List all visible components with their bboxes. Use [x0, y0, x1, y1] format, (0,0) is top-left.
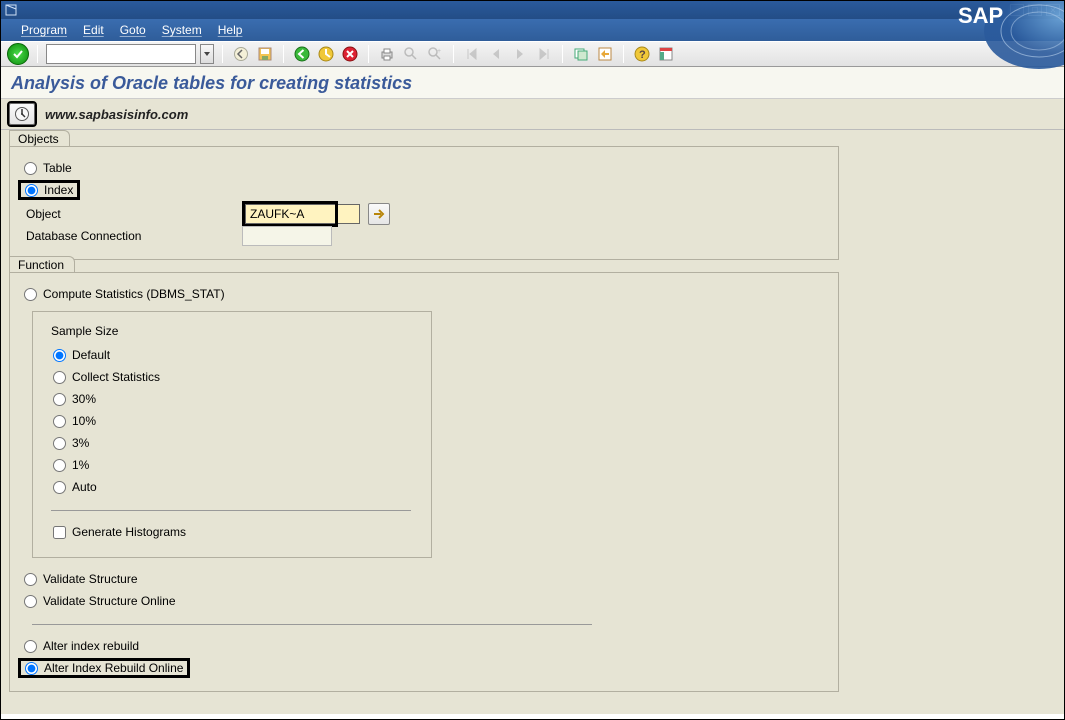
window-titlebar: ─ ☐ ✕ [1, 1, 1064, 19]
menu-program[interactable]: Program [21, 23, 67, 37]
radio-1-label: 1% [72, 458, 89, 472]
next-page-icon[interactable] [510, 44, 530, 64]
layout-icon[interactable] [656, 44, 676, 64]
radio-collect-label: Collect Statistics [72, 370, 160, 384]
shortcut-icon[interactable] [595, 44, 615, 64]
content-area: Objects Table Index Object Database Conn… [1, 130, 1064, 714]
radio-compute[interactable] [24, 288, 37, 301]
object-input-highlight [242, 201, 338, 227]
radio-10[interactable] [53, 415, 66, 428]
back-green-icon[interactable] [292, 44, 312, 64]
menubar: Program Edit Goto System Help SAP [1, 19, 1064, 41]
sample-size-panel: Sample Size Default Collect Statistics 3… [32, 311, 432, 558]
help-icon[interactable]: ? [632, 44, 652, 64]
menu-system[interactable]: System [162, 23, 202, 37]
divider-2 [32, 624, 592, 625]
object-label: Object [22, 207, 242, 221]
radio-alter-online-highlight: Alter Index Rebuild Online [18, 658, 190, 678]
radio-validate-label: Validate Structure [43, 572, 138, 586]
cancel-icon[interactable] [340, 44, 360, 64]
menu-goto[interactable]: Goto [120, 23, 146, 37]
check-histograms[interactable] [53, 526, 66, 539]
radio-table-label: Table [43, 161, 72, 175]
radio-table[interactable] [24, 162, 37, 175]
menu-help[interactable]: Help [218, 23, 243, 37]
last-page-icon[interactable] [534, 44, 554, 64]
radio-3-label: 3% [72, 436, 89, 450]
radio-30-label: 30% [72, 392, 96, 406]
save-icon[interactable] [255, 44, 275, 64]
radio-alter-rebuild-online-label: Alter Index Rebuild Online [44, 661, 183, 675]
command-field-dropdown[interactable] [200, 44, 214, 64]
radio-compute-label: Compute Statistics (DBMS_STAT) [43, 287, 225, 301]
application-toolbar: www.sapbasisinfo.com [1, 99, 1064, 130]
radio-validate-online[interactable] [24, 595, 37, 608]
radio-alter-rebuild-label: Alter index rebuild [43, 639, 139, 653]
sample-size-label: Sample Size [51, 324, 413, 338]
back-icon[interactable] [231, 44, 251, 64]
radio-default[interactable] [53, 349, 66, 362]
standard-toolbar: + ? [1, 41, 1064, 67]
radio-3[interactable] [53, 437, 66, 450]
close-icon[interactable]: ✕ [1046, 4, 1060, 16]
enter-button[interactable] [7, 43, 29, 65]
radio-index-label: Index [44, 183, 73, 197]
radio-alter-rebuild-online[interactable] [25, 662, 38, 675]
first-page-icon[interactable] [462, 44, 482, 64]
app-link: www.sapbasisinfo.com [45, 107, 188, 122]
radio-30[interactable] [53, 393, 66, 406]
new-session-icon[interactable] [571, 44, 591, 64]
function-group: Function Compute Statistics (DBMS_STAT) … [9, 272, 839, 692]
objects-group-label: Objects [9, 130, 70, 146]
svg-text:?: ? [639, 49, 646, 61]
find-next-icon[interactable]: + [425, 44, 445, 64]
dbconn-label: Database Connection [22, 229, 242, 243]
continue-button[interactable] [368, 203, 390, 225]
radio-compute-row[interactable]: Compute Statistics (DBMS_STAT) [22, 283, 826, 305]
radio-index-highlight: Index [18, 180, 80, 200]
radio-index[interactable] [25, 184, 38, 197]
object-value-help[interactable] [338, 204, 360, 224]
radio-validate[interactable] [24, 573, 37, 586]
radio-auto[interactable] [53, 481, 66, 494]
page-title: Analysis of Oracle tables for creating s… [11, 73, 1054, 94]
radio-1[interactable] [53, 459, 66, 472]
radio-default-label: Default [72, 348, 110, 362]
app-icon [5, 4, 17, 16]
function-group-label: Function [9, 256, 75, 272]
execute-button[interactable] [9, 103, 35, 125]
command-field[interactable] [46, 44, 196, 64]
radio-validate-online-label: Validate Structure Online [43, 594, 176, 608]
objects-group: Objects Table Index Object Database Conn… [9, 146, 839, 260]
check-histograms-label: Generate Histograms [72, 525, 186, 539]
radio-table-row[interactable]: Table [22, 157, 826, 179]
object-input[interactable] [245, 204, 335, 224]
radio-10-label: 10% [72, 414, 96, 428]
page-title-area: Analysis of Oracle tables for creating s… [1, 67, 1064, 99]
prev-page-icon[interactable] [486, 44, 506, 64]
menu-edit[interactable]: Edit [83, 23, 104, 37]
dbconn-input[interactable] [242, 226, 332, 246]
radio-alter-rebuild[interactable] [24, 640, 37, 653]
minimize-icon[interactable]: ─ [1010, 4, 1024, 16]
exit-icon[interactable] [316, 44, 336, 64]
print-icon[interactable] [377, 44, 397, 64]
radio-auto-label: Auto [72, 480, 97, 494]
divider [51, 510, 411, 511]
radio-collect[interactable] [53, 371, 66, 384]
svg-text:+: + [437, 48, 441, 55]
maximize-icon[interactable]: ☐ [1028, 4, 1042, 16]
find-icon[interactable] [401, 44, 421, 64]
